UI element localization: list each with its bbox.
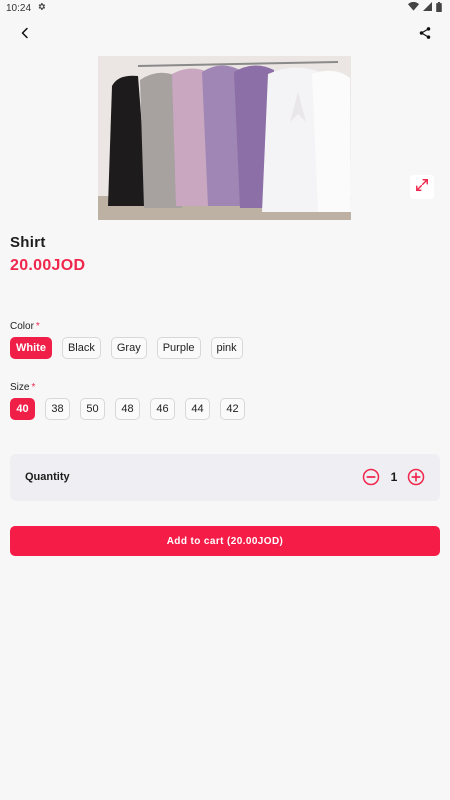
status-time: 10:24 [6, 2, 32, 14]
back-arrow-icon [19, 26, 31, 44]
quantity-increase-button[interactable] [407, 468, 425, 486]
size-chip-40[interactable]: 40 [10, 398, 35, 420]
settings-icon [37, 2, 46, 14]
quantity-label: Quantity [25, 471, 70, 483]
add-to-cart-button[interactable]: Add to cart (20.00JOD) [10, 526, 440, 556]
product-price: 20.00JOD [10, 257, 86, 274]
plus-circle-icon [407, 468, 425, 490]
status-bar: 10:24 [0, 0, 450, 16]
quantity-card: Quantity 1 [10, 454, 440, 501]
color-options: White Black Gray Purple pink [10, 337, 243, 359]
size-chip-44[interactable]: 44 [185, 398, 210, 420]
signal-icon [423, 2, 432, 14]
share-button[interactable] [414, 24, 436, 46]
color-chip-purple[interactable]: Purple [156, 337, 201, 359]
minus-circle-icon [362, 468, 380, 490]
battery-icon [436, 1, 442, 15]
share-icon [418, 26, 432, 45]
size-chip-38[interactable]: 38 [45, 398, 70, 420]
size-option-label: Size * [10, 382, 35, 393]
product-image[interactable] [98, 56, 351, 220]
color-chip-white[interactable]: White [10, 337, 52, 359]
expand-icon [415, 178, 429, 197]
quantity-value: 1 [390, 470, 398, 484]
color-option-label: Color * [10, 321, 40, 332]
size-chip-50[interactable]: 50 [80, 398, 105, 420]
color-label-text: Color [10, 321, 34, 332]
size-chip-42[interactable]: 42 [220, 398, 245, 420]
size-label-text: Size [10, 382, 30, 393]
required-mark: * [31, 382, 36, 393]
size-options: 40 38 50 48 46 44 42 [10, 398, 245, 420]
wifi-icon [408, 1, 419, 14]
size-chip-46[interactable]: 46 [150, 398, 175, 420]
quantity-decrease-button[interactable] [362, 468, 380, 486]
color-chip-pink[interactable]: pink [210, 337, 243, 359]
product-title: Shirt [10, 234, 46, 251]
color-chip-gray[interactable]: Gray [110, 337, 147, 359]
size-chip-48[interactable]: 48 [115, 398, 140, 420]
color-chip-black[interactable]: Black [61, 337, 101, 359]
expand-image-button[interactable] [410, 175, 434, 199]
required-mark: * [35, 321, 40, 332]
back-button[interactable] [14, 24, 36, 46]
app-bar [0, 22, 450, 48]
